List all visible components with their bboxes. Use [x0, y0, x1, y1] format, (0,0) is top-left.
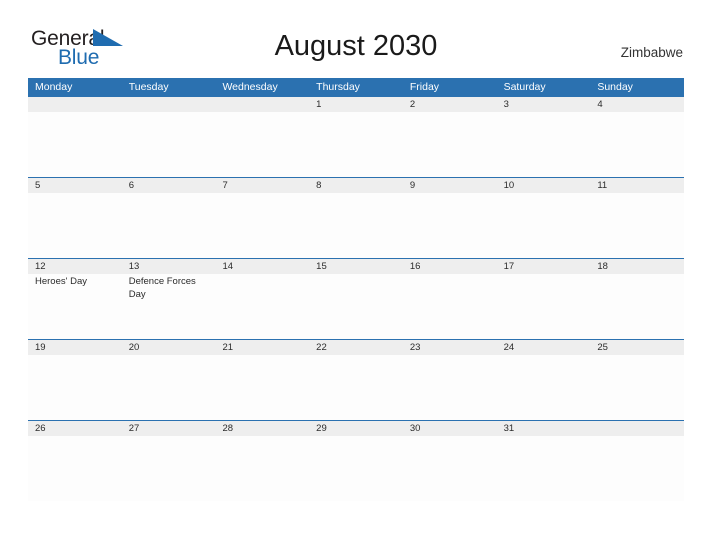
- weekday-header-friday: Friday: [409, 81, 440, 93]
- day-cell[interactable]: 20: [121, 340, 216, 420]
- day-cell[interactable]: 14: [215, 259, 310, 339]
- day-number: 27: [128, 423, 140, 434]
- day-cell[interactable]: 27: [121, 421, 216, 501]
- day-number-band: [309, 178, 403, 193]
- day-number: 28: [222, 423, 234, 434]
- day-cell[interactable]: 31: [496, 421, 591, 501]
- weekday-header-sunday: Sunday: [597, 81, 633, 93]
- day-number: 9: [409, 180, 416, 191]
- day-number: 2: [409, 99, 416, 110]
- day-cell[interactable]: 18: [590, 259, 685, 339]
- day-number: 13: [128, 261, 140, 272]
- day-cell[interactable]: 17: [496, 259, 591, 339]
- day-cell[interactable]: [590, 421, 685, 501]
- day-cell[interactable]: 2: [402, 97, 497, 177]
- calendar-week-row: 19 20 21 22 23 24 25: [28, 339, 685, 420]
- day-number: 20: [128, 342, 140, 353]
- day-number-band: [590, 97, 685, 112]
- day-number: 1: [316, 99, 322, 110]
- day-cell[interactable]: 11: [590, 178, 685, 258]
- day-cell[interactable]: 6: [121, 178, 216, 258]
- day-cell[interactable]: 13 Defence Forces Day: [121, 259, 216, 339]
- day-number: 12: [35, 261, 46, 272]
- calendar-grid: Monday Tuesday Wednesday Thursday Friday…: [28, 78, 685, 501]
- day-number: 11: [597, 180, 608, 191]
- calendar-week-row: 1 2 3 4: [28, 96, 685, 177]
- day-number-band: [496, 97, 591, 112]
- weekday-header-thursday: Thursday: [316, 81, 360, 93]
- weekday-header-tuesday: Tuesday: [128, 81, 169, 93]
- day-cell[interactable]: 9: [402, 178, 497, 258]
- day-cell[interactable]: 21: [215, 340, 310, 420]
- day-cell[interactable]: 1: [309, 97, 403, 177]
- day-cell[interactable]: 25: [590, 340, 685, 420]
- day-number: 7: [222, 180, 228, 191]
- day-number: 6: [128, 180, 135, 191]
- day-number-band: [215, 178, 310, 193]
- day-cell[interactable]: 15: [309, 259, 403, 339]
- day-cell[interactable]: 30: [402, 421, 497, 501]
- day-event: Defence Forces Day: [128, 276, 196, 300]
- day-number: 19: [35, 342, 46, 353]
- day-number: 4: [597, 99, 603, 110]
- day-cell[interactable]: 5: [28, 178, 122, 258]
- day-cell[interactable]: 22: [309, 340, 403, 420]
- day-number: 23: [409, 342, 421, 353]
- day-number: 17: [503, 261, 515, 272]
- day-number-band: [215, 97, 310, 112]
- day-cell[interactable]: 29: [309, 421, 403, 501]
- weekday-header-row: Monday Tuesday Wednesday Thursday Friday…: [28, 78, 684, 96]
- day-number: 24: [503, 342, 515, 353]
- day-cell[interactable]: 7: [215, 178, 310, 258]
- day-number-band: [28, 97, 122, 112]
- day-cell[interactable]: [121, 97, 216, 177]
- day-number: 29: [316, 423, 327, 434]
- day-number-band: [309, 97, 403, 112]
- day-number: 15: [316, 261, 327, 272]
- day-cell[interactable]: 10: [496, 178, 591, 258]
- country-label: Zimbabwe: [620, 45, 683, 60]
- day-number-band: [590, 421, 685, 436]
- day-cell[interactable]: 24: [496, 340, 591, 420]
- day-event: Heroes' Day: [35, 276, 87, 287]
- day-number: 25: [597, 342, 608, 353]
- day-cell[interactable]: 23: [402, 340, 497, 420]
- day-number: 31: [503, 423, 515, 434]
- day-number: 18: [597, 261, 608, 272]
- day-cell[interactable]: 28: [215, 421, 310, 501]
- calendar-week-row: 26 27 28 29 30 31: [28, 420, 685, 501]
- page-title: August 2030: [274, 30, 438, 62]
- day-number: 22: [316, 342, 327, 353]
- day-number-band: [402, 97, 497, 112]
- weekday-header-saturday: Saturday: [503, 81, 546, 93]
- day-cell[interactable]: [215, 97, 310, 177]
- day-number: 21: [222, 342, 234, 353]
- day-number-band: [402, 178, 497, 193]
- day-cell[interactable]: 16: [402, 259, 497, 339]
- day-number-band: [28, 178, 122, 193]
- day-number-band: [121, 178, 216, 193]
- day-number: 14: [222, 261, 234, 272]
- day-number: 10: [503, 180, 515, 191]
- day-number: 5: [35, 180, 41, 191]
- day-cell[interactable]: 4: [590, 97, 685, 177]
- day-cell[interactable]: 3: [496, 97, 591, 177]
- weekday-header-wednesday: Wednesday: [222, 81, 278, 93]
- calendar-week-row: 5 6 7 8 9 10 11: [28, 177, 685, 258]
- calendar-week-row: 12 Heroes' Day 13 Defence Forces Day 14 …: [28, 258, 685, 339]
- weekday-header-monday: Monday: [35, 81, 73, 93]
- day-number: 16: [409, 261, 421, 272]
- day-number: 26: [35, 423, 46, 434]
- day-number: 8: [316, 180, 322, 191]
- day-cell[interactable]: 19: [28, 340, 122, 420]
- day-cell[interactable]: 26: [28, 421, 122, 501]
- day-cell[interactable]: 8: [309, 178, 403, 258]
- day-number-band: [121, 97, 216, 112]
- day-cell[interactable]: [28, 97, 122, 177]
- page-header: General Blue August 2030 Zimbabwe: [0, 0, 712, 78]
- day-number: 30: [409, 423, 421, 434]
- day-cell[interactable]: 12 Heroes' Day: [28, 259, 122, 339]
- day-number: 3: [503, 99, 509, 110]
